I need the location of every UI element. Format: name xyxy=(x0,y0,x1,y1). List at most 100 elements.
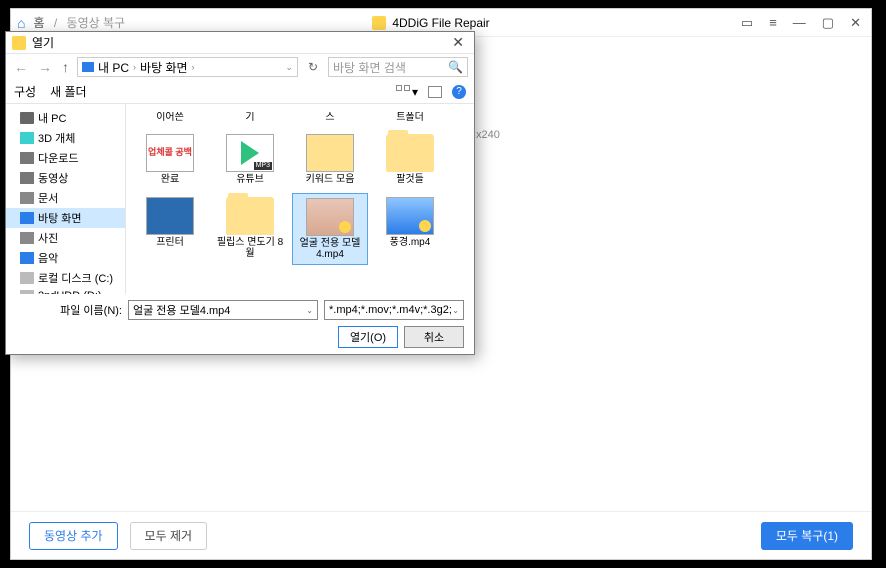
tree-item-doc[interactable]: 문서 xyxy=(6,188,125,208)
menu-icon[interactable] xyxy=(765,13,781,32)
tree-item-desk[interactable]: 바탕 화면 xyxy=(6,208,125,228)
tree-item-label: 동영상 xyxy=(38,170,68,186)
search-input[interactable]: 바탕 화면 검색 🔍 xyxy=(328,57,468,77)
minimize-button[interactable]: — xyxy=(789,13,810,32)
disk-icon xyxy=(20,272,34,284)
close-button[interactable]: ✕ xyxy=(846,13,865,33)
maximize-button[interactable]: ▢ xyxy=(818,13,838,33)
breadcrumb: 홈 / 동영상 복구 xyxy=(33,14,125,31)
folder-icon xyxy=(386,134,434,172)
filename-label: 파일 이름(N): xyxy=(60,302,122,318)
dialog-body: 내 PC3D 개체다운로드동영상문서바탕 화면사진음악로컬 디스크 (C:)2n… xyxy=(6,104,474,294)
folder-icon xyxy=(306,134,354,172)
tree-item-label: 바탕 화면 xyxy=(38,210,82,226)
open-button[interactable]: 열기(O) xyxy=(338,326,398,348)
file-item[interactable]: 필립스 면도기 8월 xyxy=(212,193,288,265)
path-root[interactable]: 내 PC xyxy=(98,59,129,76)
home-icon[interactable]: ⌂ xyxy=(17,15,25,31)
file-label: 프린터 xyxy=(156,237,184,248)
app-footer: 동영상 추가 모두 제거 모두 복구(1) xyxy=(11,511,871,559)
filter-value: *.mp4;*.mov;*.m4v;*.3g2;*.3gp xyxy=(329,304,452,316)
nav-forward-button[interactable]: → xyxy=(36,59,54,75)
3d-icon xyxy=(20,132,34,144)
video-thumb xyxy=(306,198,354,236)
file-item[interactable]: 프린터 xyxy=(132,193,208,265)
file-label: 스 xyxy=(325,112,334,124)
file-label: 이어쓴 xyxy=(156,112,184,124)
dialog-toolbar: 구성 새 폴더 ▾ ? xyxy=(6,80,474,104)
file-list: 이어쓴 기 스 트폴더 업체콜 공백완료 MP3 유튜브 키워드 모음 팔것들프린터 필립스 면… xyxy=(126,104,474,294)
file-item[interactable]: 키워드 모음 xyxy=(292,130,368,189)
organize-menu[interactable]: 구성 xyxy=(14,83,36,100)
filename-value: 얼굴 전용 모델4.mp4 xyxy=(133,302,230,318)
repair-all-button[interactable]: 모두 복구(1) xyxy=(761,522,853,550)
tree-item-label: 문서 xyxy=(38,190,58,206)
help-button[interactable]: ? xyxy=(452,85,466,99)
file-type-filter[interactable]: *.mp4;*.mov;*.m4v;*.3g2;*.3gp ⌄ xyxy=(324,300,464,320)
tree-item-disk[interactable]: 로컬 디스크 (C:) xyxy=(6,268,125,288)
tree-item-pc[interactable]: 내 PC xyxy=(6,108,125,128)
path-dropdown-icon[interactable]: ⌄ xyxy=(285,62,293,73)
file-item[interactable]: 업체콜 공백완료 xyxy=(132,130,208,189)
file-item[interactable]: 얼굴 전용 모델4.mp4 xyxy=(292,193,368,265)
cancel-button[interactable]: 취소 xyxy=(404,326,464,348)
file-label: 키워드 모음 xyxy=(306,174,355,185)
search-icon[interactable]: 🔍 xyxy=(448,60,463,74)
breadcrumb-current[interactable]: 동영상 복구 xyxy=(67,16,126,30)
file-item[interactable]: 트폴더 xyxy=(372,108,448,128)
dialog-nav: ← → ↑ 내 PC › 바탕 화면 › ⌄ ↻ 바탕 화면 검색 🔍 xyxy=(6,54,474,80)
nav-back-button[interactable]: ← xyxy=(12,59,30,75)
tree-item-label: 음악 xyxy=(38,250,58,266)
breadcrumb-home[interactable]: 홈 xyxy=(33,16,44,30)
app-title-text: 4DDiG File Repair xyxy=(392,16,489,30)
dialog-bottom: 파일 이름(N): 얼굴 전용 모델4.mp4 ⌄ *.mp4;*.mov;*.… xyxy=(6,294,474,354)
add-video-button[interactable]: 동영상 추가 xyxy=(29,522,118,550)
remove-all-button[interactable]: 모두 제거 xyxy=(130,522,208,550)
file-label: 완료 xyxy=(161,174,179,185)
app-title: 4DDiG File Repair xyxy=(125,16,737,30)
chevron-down-icon[interactable]: ⌄ xyxy=(306,306,313,315)
file-label: 풍경.mp4 xyxy=(390,237,431,248)
nav-up-button[interactable]: ↑ xyxy=(60,59,71,75)
file-thumb: 업체콜 공백 xyxy=(146,134,194,172)
tree-item-vid[interactable]: 동영상 xyxy=(6,168,125,188)
file-item[interactable]: 팔것들 xyxy=(372,130,448,189)
tree-item-dl[interactable]: 다운로드 xyxy=(6,148,125,168)
mus-icon xyxy=(20,252,34,264)
size-hint: x240 xyxy=(476,129,500,141)
dialog-title-bar: 열기 ✕ xyxy=(6,32,474,54)
preview-pane-button[interactable] xyxy=(428,86,442,98)
file-item[interactable]: 기 xyxy=(212,108,288,128)
tree-item-3d[interactable]: 3D 개체 xyxy=(6,128,125,148)
file-item[interactable]: 스 xyxy=(292,108,368,128)
tree-item-label: 다운로드 xyxy=(38,150,78,166)
dl-icon xyxy=(20,152,34,164)
file-thumb: MP3 xyxy=(226,134,274,172)
tree-item-label: 사진 xyxy=(38,230,58,246)
file-label: 필립스 면도기 8월 xyxy=(214,237,286,259)
app-icon xyxy=(372,16,386,30)
chevron-down-icon[interactable]: ⌄ xyxy=(452,306,459,315)
vid-icon xyxy=(20,172,34,184)
refresh-button[interactable]: ↻ xyxy=(304,60,322,74)
chat-icon[interactable] xyxy=(737,13,757,33)
file-label: 기 xyxy=(245,112,254,124)
dialog-icon xyxy=(12,36,26,50)
view-mode-button[interactable]: ▾ xyxy=(396,85,418,99)
file-item[interactable]: 풍경.mp4 xyxy=(372,193,448,265)
dialog-close-button[interactable]: ✕ xyxy=(448,34,468,51)
file-thumb xyxy=(146,197,194,235)
file-label: 얼굴 전용 모델4.mp4 xyxy=(295,238,365,260)
path-bar[interactable]: 내 PC › 바탕 화면 › ⌄ xyxy=(77,57,298,77)
tree-item-mus[interactable]: 음악 xyxy=(6,248,125,268)
tree-item-pic[interactable]: 사진 xyxy=(6,228,125,248)
path-current[interactable]: 바탕 화면 xyxy=(140,59,188,76)
file-item[interactable]: MP3 유튜브 xyxy=(212,130,288,189)
file-item[interactable]: 이어쓴 xyxy=(132,108,208,128)
file-label: 유튜브 xyxy=(236,174,264,185)
filename-input[interactable]: 얼굴 전용 모델4.mp4 ⌄ xyxy=(128,300,318,320)
new-folder-button[interactable]: 새 폴더 xyxy=(50,83,86,100)
folder-tree: 내 PC3D 개체다운로드동영상문서바탕 화면사진음악로컬 디스크 (C:)2n… xyxy=(6,104,126,294)
tree-item-label: 내 PC xyxy=(38,110,66,126)
folder-icon xyxy=(226,197,274,235)
